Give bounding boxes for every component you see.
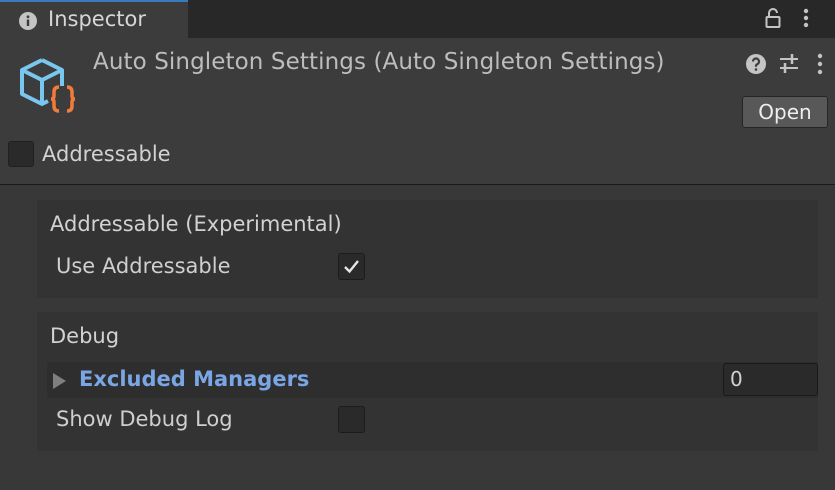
- excluded-managers-label[interactable]: Excluded Managers: [79, 367, 309, 391]
- section-debug: Debug Excluded Managers 0 Show Debug Log: [37, 312, 818, 451]
- excluded-managers-foldout[interactable]: Excluded Managers 0: [47, 362, 818, 398]
- show-debug-log-checkbox[interactable]: [338, 406, 365, 433]
- scriptable-object-icon: [18, 56, 78, 116]
- help-icon[interactable]: [746, 54, 766, 74]
- checkmark-icon: [344, 260, 359, 274]
- section-addressable: Addressable (Experimental) Use Addressab…: [37, 200, 818, 298]
- lock-icon[interactable]: [765, 8, 781, 28]
- info-icon: [19, 12, 37, 30]
- sliders-icon[interactable]: [778, 53, 800, 75]
- list-size-field[interactable]: 0: [723, 363, 818, 396]
- addressable-label: Addressable: [42, 142, 171, 166]
- open-button[interactable]: Open: [742, 96, 828, 128]
- show-debug-log-label: Show Debug Log: [56, 407, 233, 431]
- foldout-arrow-icon[interactable]: [53, 373, 66, 389]
- section-title: Debug: [50, 324, 120, 348]
- addressable-checkbox[interactable]: [8, 141, 34, 167]
- kebab-menu-icon[interactable]: [816, 53, 824, 75]
- object-title: Auto Singleton Settings (Auto Singleton …: [93, 49, 665, 75]
- tab-title: Inspector: [48, 7, 146, 31]
- use-addressable-label: Use Addressable: [56, 254, 231, 278]
- tab-inspector[interactable]: Inspector: [0, 0, 188, 38]
- use-addressable-checkbox[interactable]: [338, 253, 365, 280]
- kebab-menu-icon[interactable]: [802, 8, 810, 28]
- inspector-header: Auto Singleton Settings (Auto Singleton …: [0, 38, 835, 185]
- section-title: Addressable (Experimental): [50, 212, 342, 236]
- tab-bar: Inspector: [0, 0, 835, 38]
